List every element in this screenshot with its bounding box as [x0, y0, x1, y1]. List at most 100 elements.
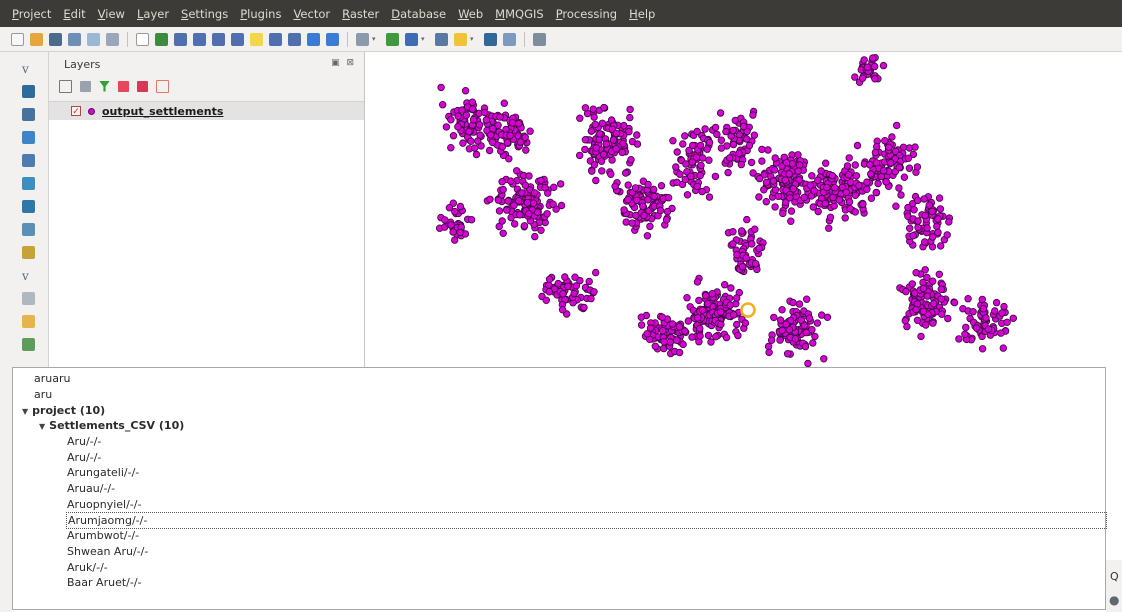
add-group-icon[interactable] [80, 80, 91, 92]
save-project-icon[interactable] [49, 32, 62, 46]
menu-settings[interactable]: Settings [181, 7, 228, 21]
menu-project[interactable]: Project [12, 7, 51, 21]
settlement-point [961, 330, 969, 338]
menu-processing[interactable]: Processing [556, 7, 617, 21]
settlement-point [656, 206, 665, 215]
attribute-table-icon[interactable] [405, 32, 418, 46]
result-group-settlements-csv[interactable]: ▼ Settlements_CSV (10) [39, 418, 184, 433]
add-wcs-icon[interactable] [22, 200, 35, 213]
pan-to-selection-icon[interactable] [155, 32, 168, 46]
history-item[interactable]: aru [34, 387, 52, 402]
menu-mmqgis[interactable]: MMQGIS [495, 7, 544, 21]
remove-layer-icon[interactable] [156, 79, 169, 93]
settlement-point [529, 199, 538, 207]
georeferencer-icon[interactable] [22, 315, 35, 328]
new-layer-icon[interactable]: ⅴ [22, 269, 29, 283]
settlement-point [825, 224, 833, 232]
result-item[interactable]: Shwean Aru/-/- [67, 544, 148, 559]
add-delimited-text-icon[interactable] [22, 246, 35, 259]
virtual-layer-icon[interactable] [22, 338, 35, 351]
statistics-icon[interactable] [435, 32, 448, 46]
settlement-point [895, 184, 903, 192]
settlement-point [776, 336, 784, 344]
history-item[interactable]: aruaru [34, 371, 70, 386]
menu-help[interactable]: Help [629, 7, 655, 21]
expand-arrow-icon[interactable]: ▼ [22, 407, 28, 416]
refresh-icon[interactable] [307, 32, 320, 46]
filter-legend-icon[interactable] [99, 80, 110, 92]
result-item[interactable]: Arungateli/-/- [67, 465, 139, 480]
select-icon[interactable] [356, 32, 369, 46]
panel-float-close-buttons[interactable]: ▣ ⊠ [331, 58, 356, 68]
zoom-layer-icon[interactable] [231, 32, 244, 46]
settlement-point [472, 150, 481, 159]
settlement-point [964, 294, 972, 303]
menu-layer[interactable]: Layer [137, 7, 169, 21]
dropdown-arrow-icon[interactable]: ▾ [421, 35, 428, 43]
pan-icon[interactable] [136, 32, 149, 46]
zoom-last-icon[interactable] [269, 32, 282, 46]
python-icon[interactable] [484, 32, 497, 46]
menu-edit[interactable]: Edit [63, 7, 85, 21]
settlement-point [795, 300, 804, 308]
identify-icon[interactable] [326, 32, 339, 46]
plugin-icon[interactable] [503, 32, 516, 46]
settlement-point [929, 319, 937, 327]
zoom-in-icon[interactable] [174, 32, 187, 46]
collapse-all-icon[interactable] [137, 80, 148, 92]
settlement-point [925, 201, 933, 209]
gps-icon[interactable] [22, 292, 35, 305]
zoom-full-icon[interactable] [212, 32, 225, 46]
add-wms-icon[interactable] [22, 177, 35, 190]
settlement-point [591, 120, 599, 129]
settlement-point [747, 158, 756, 167]
chat-bubble-icon[interactable]: ● [1109, 593, 1119, 607]
menu-web[interactable]: Web [458, 7, 483, 21]
result-item[interactable]: Arumjaomg/-/- [66, 511, 1107, 529]
add-wfs-icon[interactable] [22, 223, 35, 236]
zoom-out-icon[interactable] [193, 32, 206, 46]
zoom-selection-icon[interactable] [250, 32, 263, 46]
menu-plugins[interactable]: Plugins [240, 7, 281, 21]
settlement-point [845, 154, 853, 162]
measure-icon[interactable] [386, 32, 399, 46]
dropdown-arrow-icon[interactable]: ▾ [470, 35, 477, 43]
settlement-point [1000, 302, 1008, 311]
add-mssql-icon[interactable] [22, 154, 35, 167]
menu-vector[interactable]: Vector [293, 7, 330, 21]
new-project-icon[interactable] [11, 32, 24, 46]
layer-item-output-settlements[interactable]: ✓ output_settlements [49, 102, 364, 120]
search-icon[interactable]: Q [1110, 570, 1119, 583]
add-vector-layer-icon[interactable]: ⅴ [22, 62, 29, 76]
result-item[interactable]: Aruopnyiel/-/- [67, 497, 141, 512]
result-item[interactable]: Aruk/-/- [67, 560, 108, 575]
settlement-point [733, 250, 741, 259]
add-raster-layer-icon[interactable] [22, 85, 35, 98]
menu-view[interactable]: View [98, 7, 125, 21]
expand-arrow-icon[interactable]: ▼ [39, 422, 45, 431]
result-group-project[interactable]: ▼ project (10) [22, 403, 105, 418]
map-canvas[interactable] [366, 52, 1122, 368]
print-layout-icon[interactable] [87, 32, 100, 46]
dropdown-arrow-icon[interactable]: ▾ [372, 35, 379, 43]
result-item[interactable]: Aru/-/- [67, 450, 101, 465]
menu-database[interactable]: Database [391, 7, 446, 21]
settlement-point [581, 145, 589, 154]
add-postgis-icon[interactable] [22, 108, 35, 121]
save-as-icon[interactable] [68, 32, 81, 46]
open-layer-styling-icon[interactable] [59, 79, 72, 93]
result-item[interactable]: Aru/-/- [67, 434, 101, 449]
open-project-icon[interactable] [30, 32, 43, 46]
result-item[interactable]: Arumbwot/-/- [67, 528, 139, 543]
result-item[interactable]: Aruau/-/- [67, 481, 115, 496]
annotation-icon[interactable] [454, 32, 467, 46]
zoom-next-icon[interactable] [288, 32, 301, 46]
expand-all-icon[interactable] [118, 80, 129, 92]
result-item[interactable]: Baar Aruet/-/- [67, 575, 142, 590]
menu-raster[interactable]: Raster [342, 7, 379, 21]
csv-icon[interactable] [533, 32, 546, 46]
settlement-point [845, 171, 853, 179]
add-spatialite-icon[interactable] [22, 131, 35, 144]
layout-manager-icon[interactable] [106, 32, 119, 46]
layer-visibility-checkbox[interactable]: ✓ [71, 106, 81, 117]
